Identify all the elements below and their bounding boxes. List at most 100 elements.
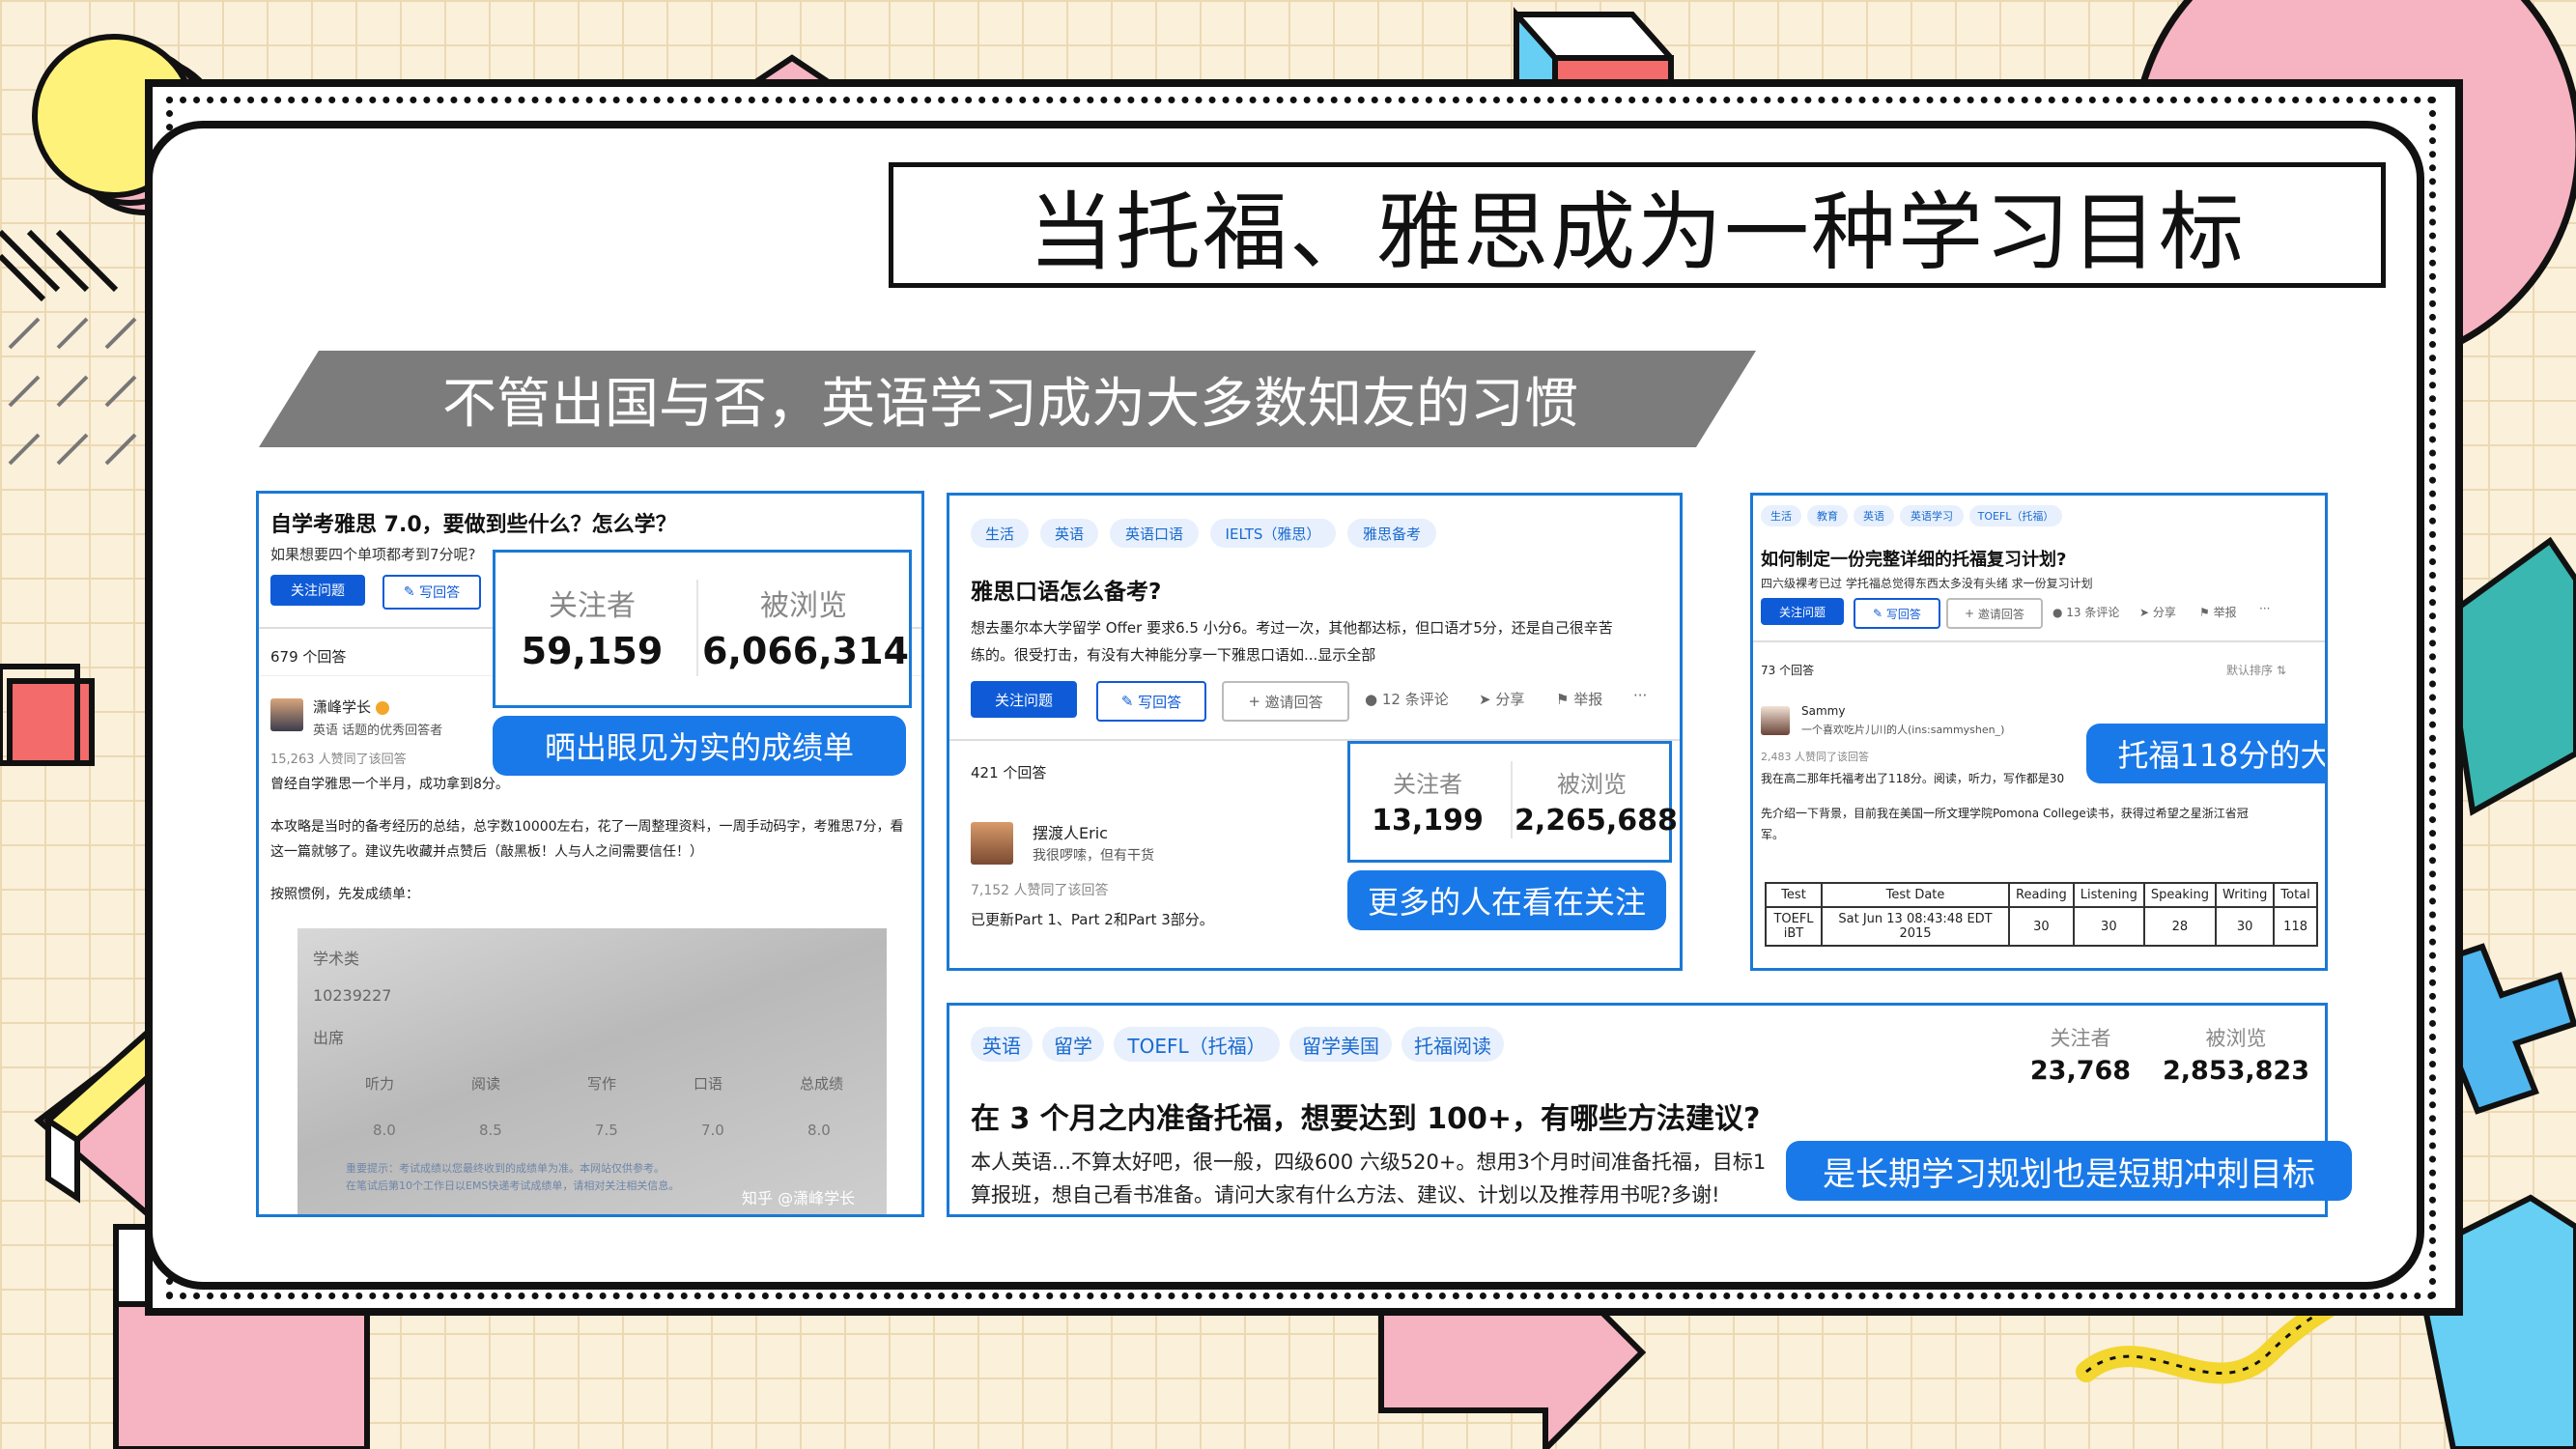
card2-likes: 7,152 人赞同了该回答 <box>971 883 1109 898</box>
add-user-icon: + <box>1965 607 1978 620</box>
card4-tag-2[interactable]: 留学 <box>1042 1027 1104 1062</box>
card2-desc-line1: 想去墨尔本大学留学 Offer 要求6.5 小分6。考过一次，其他都达标，但口语… <box>971 619 1613 637</box>
flag-icon: ⚑ <box>2199 606 2214 619</box>
card3-share-text: 分享 <box>2152 606 2176 619</box>
card3-report[interactable]: ⚑ 举报 <box>2199 604 2237 620</box>
card3-tag-3[interactable]: 英语 <box>1854 505 1894 526</box>
card3-author-desc: 一个喜欢吃片儿川的人(ins:sammyshen_) <box>1801 724 2005 736</box>
card2-tag-4[interactable]: IELTS（雅思） <box>1210 519 1336 548</box>
card2-answers-count: 421 个回答 <box>971 764 1047 781</box>
table-header-cell: Total <box>2273 882 2318 908</box>
card2-follow-button[interactable]: 关注问题 <box>971 681 1077 718</box>
pencil-icon: ✎ <box>1873 607 1886 620</box>
card1-followers-value: 59,159 <box>521 630 664 672</box>
comment-icon: ● <box>1365 691 1382 708</box>
card2-author-name[interactable]: 摆渡人Eric <box>1033 820 1108 843</box>
card1-write-answer-button[interactable]: ✎ 写回答 <box>382 575 481 610</box>
card2-question-title[interactable]: 雅思口语怎么备考? <box>971 573 1161 606</box>
card1-body-line2: 本攻略是当时的备考经历的总结，总字数10000左右，花了一周整理资料，一周手动码… <box>270 819 904 860</box>
card4-question-title[interactable]: 在 3 个月之内准备托福，想要达到 100+，有哪些方法建议? <box>971 1094 1760 1137</box>
flag-icon: ⚑ <box>1556 691 1574 708</box>
card2-write-answer-button[interactable]: ✎ 写回答 <box>1096 681 1206 722</box>
photo-note2: 在笔试后第10个工作日以EMS快递考试成绩单，请相对关注相关信息。 <box>346 1179 680 1192</box>
card1-author-desc: 英语 话题的优秀回答者 <box>313 724 443 738</box>
card2-views-value: 2,265,688 <box>1514 804 1678 838</box>
table-header-cell: Writing <box>2214 882 2276 908</box>
table-cell: 118 <box>2273 906 2318 947</box>
card1-body-line1: 曾经自学雅思一个半月，成功拿到8分。 <box>270 777 509 792</box>
card4-desc-line2: 算报班，想自己看书准备。请问大家有什么方法、建议、计划以及推荐用书呢?多谢! <box>971 1183 1720 1207</box>
photo-row1: 学术类 <box>313 950 360 968</box>
avatar[interactable] <box>270 698 303 731</box>
card2-comments-text: 12 条评论 <box>1381 691 1449 708</box>
card1-follow-button[interactable]: 关注问题 <box>270 575 365 606</box>
card2-invite-label: 邀请回答 <box>1264 693 1323 711</box>
card3-question-title[interactable]: 如何制定一份完整详细的托福复习计划? <box>1761 546 2066 571</box>
table-row: Test Test Date Reading Listening Speakin… <box>1765 882 2318 908</box>
pencil-icon: ✎ <box>403 584 420 600</box>
table-header-cell: Speaking <box>2142 882 2217 908</box>
card4-followers-label: 关注者 <box>2050 1027 2111 1050</box>
toefl-score-table: Test Test Date Reading Listening Speakin… <box>1765 882 2318 947</box>
card-toefl-plan: 生活 教育 英语 英语学习 TOEFL（托福） 如何制定一份完整详细的托福复习计… <box>1750 493 2328 971</box>
card1-author-name[interactable]: 潇峰学长 <box>313 696 389 717</box>
photo-watermark: 知乎 @潇峰学长 <box>742 1189 856 1208</box>
card3-follow-button[interactable]: 关注问题 <box>1761 598 1844 625</box>
card2-stats-box: 关注者 13,199 被浏览 2,265,688 <box>1347 741 1678 863</box>
card2-share[interactable]: ➤ 分享 <box>1479 689 1524 709</box>
card3-comments-text: 13 条评论 <box>2066 606 2120 619</box>
card2-tag-5[interactable]: 雅思备考 <box>1347 519 1436 548</box>
card3-tag-4[interactable]: 英语学习 <box>1900 505 1964 526</box>
card1-question-title[interactable]: 自学考雅思 7.0，要做到些什么？怎么学？ <box>270 507 677 538</box>
card2-stats-separator <box>1511 761 1513 838</box>
photo-h1: 听力 <box>365 1075 395 1093</box>
card4-followers-value: 23,768 <box>2029 1056 2132 1086</box>
card4-tag-1[interactable]: 英语 <box>971 1027 1033 1062</box>
card4-tag-3[interactable]: TOEFL（托福） <box>1114 1027 1280 1062</box>
card2-write-label: 写回答 <box>1138 693 1182 711</box>
card2-tag-2[interactable]: 英语 <box>1040 519 1098 548</box>
card3-author-name[interactable]: Sammy <box>1801 704 1845 718</box>
avatar[interactable] <box>971 822 1013 865</box>
card4-tag-5[interactable]: 托福阅读 <box>1401 1027 1504 1062</box>
card3-tag-1[interactable]: 生活 <box>1761 505 1801 526</box>
card2-comments[interactable]: ● 12 条评论 <box>1365 689 1449 709</box>
card2-tag-3[interactable]: 英语口语 <box>1110 519 1199 548</box>
card4-tag-4[interactable]: 留学美国 <box>1289 1027 1392 1062</box>
photo-v1: 8.0 <box>373 1122 396 1139</box>
avatar[interactable] <box>1761 706 1790 735</box>
slide-title: 当托福、雅思成为一种学习目标 <box>889 162 2386 288</box>
card3-tag-5[interactable]: TOEFL（托福） <box>1969 505 2062 526</box>
photo-v2: 8.5 <box>479 1122 502 1139</box>
table-header-cell: Listening <box>2072 882 2145 908</box>
card3-divider <box>1753 640 2325 642</box>
comment-icon: ● <box>2052 606 2067 619</box>
photo-v4: 7.0 <box>701 1122 724 1139</box>
card-ielts-speaking: 生活 英语 英语口语 IELTS（雅思） 雅思备考 雅思口语怎么备考? 想去墨尔… <box>947 493 1683 971</box>
photo-v3: 7.5 <box>595 1122 618 1139</box>
card2-author-desc: 我很啰嗦，但有干货 <box>1033 848 1154 864</box>
card3-tag-2[interactable]: 教育 <box>1807 505 1848 526</box>
card3-invite-button[interactable]: + 邀请回答 <box>1946 598 2043 629</box>
card4-views-value: 2,853,823 <box>2162 1056 2310 1086</box>
card2-share-text: 分享 <box>1495 691 1525 708</box>
card1-stats-separator <box>696 580 698 676</box>
card3-more[interactable]: ··· <box>2259 602 2270 615</box>
card3-answers-count: 73 个回答 <box>1761 664 1815 677</box>
card2-followers-label: 关注者 <box>1393 771 1462 798</box>
card2-report[interactable]: ⚑ 举报 <box>1556 689 1602 709</box>
card3-question-subtitle: 四六级裸考已过 学托福总觉得东西太多没有头绪 求一份复习计划 <box>1761 577 2093 590</box>
card-toefl-3-months: 英语 留学 TOEFL（托福） 留学美国 托福阅读 在 3 个月之内准备托福，想… <box>947 1003 2352 1217</box>
card3-comments[interactable]: ● 13 条评论 <box>2052 604 2119 620</box>
sort-icon: ⇅ <box>2276 664 2286 677</box>
card1-followers-label: 关注者 <box>549 589 636 623</box>
table-header-cell: Test <box>1765 882 1823 908</box>
card2-more[interactable]: ··· <box>1633 687 1647 704</box>
card2-invite-button[interactable]: + 邀请回答 <box>1222 681 1349 722</box>
card4-views-label: 被浏览 <box>2205 1027 2267 1050</box>
card1-views-label: 被浏览 <box>760 589 847 623</box>
card3-sort[interactable]: 默认排序 ⇅ <box>2226 662 2286 678</box>
card2-tag-1[interactable]: 生活 <box>971 519 1029 548</box>
card3-share[interactable]: ➤ 分享 <box>2139 604 2176 620</box>
card3-write-answer-button[interactable]: ✎ 写回答 <box>1854 598 1940 629</box>
